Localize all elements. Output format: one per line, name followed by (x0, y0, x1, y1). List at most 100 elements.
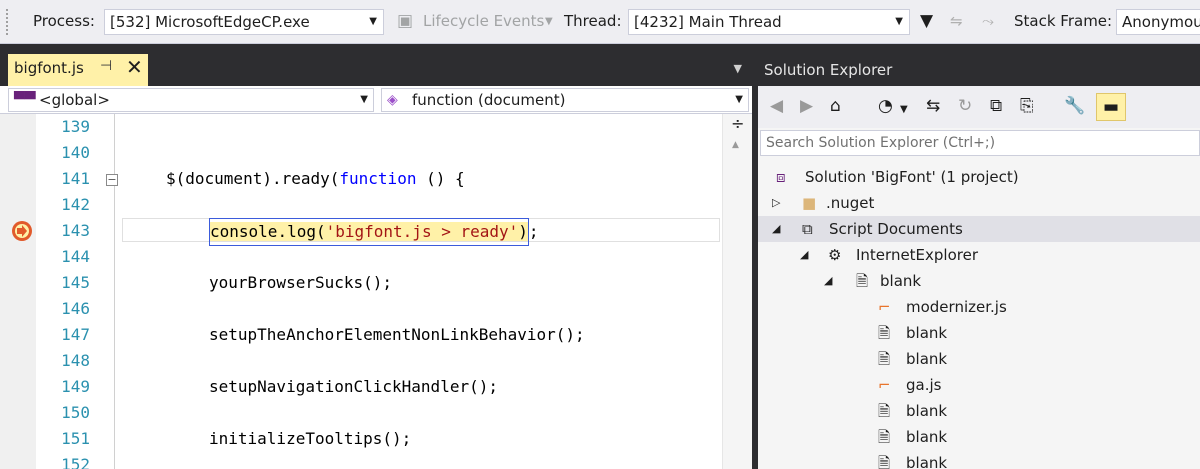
line-number: 152 (61, 455, 90, 469)
code-token: $(document).ready( (166, 169, 340, 188)
process-combo[interactable]: [532] MicrosoftEdgeCP.exe ▼ (104, 9, 384, 35)
tree-node-label: blank (906, 324, 948, 342)
tree-node-label: blank (906, 454, 948, 469)
lifecycle-icon: ▣ (397, 11, 414, 31)
flag-threads-icon[interactable]: ⤳ (982, 10, 994, 32)
chevron-down-icon: ▼ (369, 16, 377, 27)
current-statement-breakpoint-icon[interactable] (10, 218, 34, 244)
vertical-scrollbar[interactable]: ÷ ▲ (722, 114, 752, 469)
tree-node-nuget[interactable]: ▷ ■ .nuget (758, 190, 1200, 216)
scroll-up-icon[interactable]: ▲ (732, 140, 739, 150)
line-number: 150 (61, 403, 90, 422)
process-label: Process: (33, 12, 95, 30)
tree-node-label: Script Documents (829, 220, 963, 238)
search-input[interactable]: Search Solution Explorer (Ctrl+;) (760, 130, 1200, 156)
line-number: 144 (61, 247, 90, 266)
line-number: 146 (61, 299, 90, 318)
tree-node-blank[interactable]: 🗎 blank (758, 346, 1200, 372)
sync-icon[interactable]: ⇆ (926, 95, 940, 117)
tab-label: bigfont.js (14, 59, 84, 77)
line-number: 143 (61, 221, 90, 240)
process-icon: ⚙ (828, 246, 842, 264)
line-number: 147 (61, 325, 90, 344)
home-icon[interactable]: ⌂ (830, 95, 841, 117)
code-line-151: initializeTooltips(); (209, 429, 412, 448)
filter-icon[interactable]: ▼ (920, 10, 933, 32)
code-token: ) (518, 222, 528, 241)
stack-frame-label: Stack Frame: (1014, 12, 1113, 30)
document-icon: 🗎 (878, 350, 891, 368)
show-all-files-icon[interactable]: ⎘ (1020, 95, 1034, 117)
thread-value: [4232] Main Thread (634, 13, 782, 31)
scope-value: <global> (39, 91, 110, 109)
document-icon: 🗎 (856, 272, 869, 290)
tree-node-internet-explorer[interactable]: ◢ ⚙ InternetExplorer (758, 242, 1200, 268)
chevron-down-icon: ▼ (895, 16, 903, 27)
code-line-141: $(document).ready(function () { (166, 166, 465, 192)
tree-node-script-documents[interactable]: ◢ ⧉ Script Documents (758, 216, 1200, 242)
thread-combo[interactable]: [4232] Main Thread ▼ (628, 9, 910, 35)
document-icon: 🗎 (878, 324, 891, 342)
collapse-icon[interactable]: ◢ (800, 242, 808, 268)
stack-frame-combo[interactable]: Anonymous (1116, 9, 1200, 35)
collapse-all-icon[interactable]: ⧉ (990, 95, 1002, 117)
tree-node-label: Solution 'BigFont' (1 project) (805, 168, 1019, 186)
tree-node-ga-js[interactable]: ⌐ ga.js (758, 372, 1200, 398)
refresh-icon[interactable]: ↻ (958, 95, 972, 117)
script-file-icon: ⌐ (878, 298, 891, 316)
solution-tree[interactable]: ⧈ Solution 'BigFont' (1 project) ▷ ■ .nu… (758, 164, 1200, 469)
line-number: 145 (61, 273, 90, 292)
tree-node-label: blank (906, 428, 948, 446)
breakpoint-margin[interactable] (0, 114, 36, 469)
pending-changes-filter-icon[interactable]: ◔ (878, 95, 893, 117)
code-line-145: yourBrowserSucks(); (209, 273, 393, 292)
chevron-down-icon[interactable]: ▼ (734, 62, 742, 75)
string-token: 'bigfont.js > ready' (325, 222, 519, 241)
split-window-icon[interactable]: ÷ (731, 114, 744, 133)
tab-bigfont-js[interactable]: bigfont.js ⊣ ✕ (8, 54, 148, 86)
forward-icon[interactable]: ▶ (800, 95, 813, 117)
code-token: () { (416, 169, 465, 188)
panel-title: Solution Explorer (758, 54, 1200, 86)
current-statement: console.log('bigfont.js > ready') (209, 218, 529, 246)
collapse-icon[interactable]: ◢ (772, 216, 780, 242)
close-icon[interactable]: ✕ (126, 55, 143, 79)
tree-node-label: modernizer.js (906, 298, 1007, 316)
line-number: 142 (61, 195, 90, 214)
member-combo[interactable]: ◈ function (document) ▼ (381, 88, 749, 112)
tree-node-blank[interactable]: 🗎 blank (758, 398, 1200, 424)
code-line-149: setupNavigationClickHandler(); (209, 377, 498, 396)
scope-combo[interactable]: ▀▀ <global> ▼ (8, 88, 374, 112)
filter-threads-icon[interactable]: ⇋ (950, 10, 963, 32)
code-line-143: console.log('bigfont.js > ready'); (209, 218, 539, 246)
member-value: function (document) (412, 91, 566, 109)
tree-node-label: blank (906, 350, 948, 368)
back-icon[interactable]: ◀ (770, 95, 783, 117)
code-text[interactable]: $(document).ready(function () { console.… (120, 114, 720, 469)
solution-icon: ⧈ (776, 168, 786, 186)
code-area[interactable]: 139 140 141 142 143 144 145 146 147 148 … (0, 114, 752, 469)
code-token: console (210, 222, 278, 241)
tree-node-blank[interactable]: 🗎 blank (758, 450, 1200, 469)
process-value: [532] MicrosoftEdgeCP.exe (110, 13, 310, 31)
chevron-down-icon[interactable]: ▼ (900, 99, 908, 121)
code-line-147: setupTheAnchorElementNonLinkBehavior(); (209, 325, 585, 344)
tree-node-label: blank (906, 402, 948, 420)
tree-node-blank[interactable]: 🗎 blank (758, 424, 1200, 450)
script-documents-icon: ⧉ (802, 220, 813, 238)
chevron-down-icon: ▼ (545, 16, 553, 27)
tree-node-solution[interactable]: ⧈ Solution 'BigFont' (1 project) (758, 164, 1200, 190)
expand-icon[interactable]: ▷ (772, 190, 780, 216)
toolbar-grip[interactable] (5, 8, 10, 36)
pin-icon[interactable]: ⊣ (100, 58, 112, 74)
collapse-icon[interactable]: ◢ (824, 268, 832, 294)
properties-icon[interactable]: 🔧 (1064, 95, 1085, 117)
line-number: 151 (61, 429, 90, 448)
tree-node-modernizer-js[interactable]: ⌐ modernizer.js (758, 294, 1200, 320)
lifecycle-events-button[interactable]: Lifecycle Events (423, 12, 544, 30)
preview-selected-icon[interactable]: ▬ (1096, 93, 1126, 121)
tree-node-blank[interactable]: 🗎 blank (758, 320, 1200, 346)
tree-node-blank[interactable]: ◢ 🗎 blank (758, 268, 1200, 294)
collapse-icon[interactable]: − (106, 174, 118, 186)
folder-icon: ■ (802, 194, 817, 212)
